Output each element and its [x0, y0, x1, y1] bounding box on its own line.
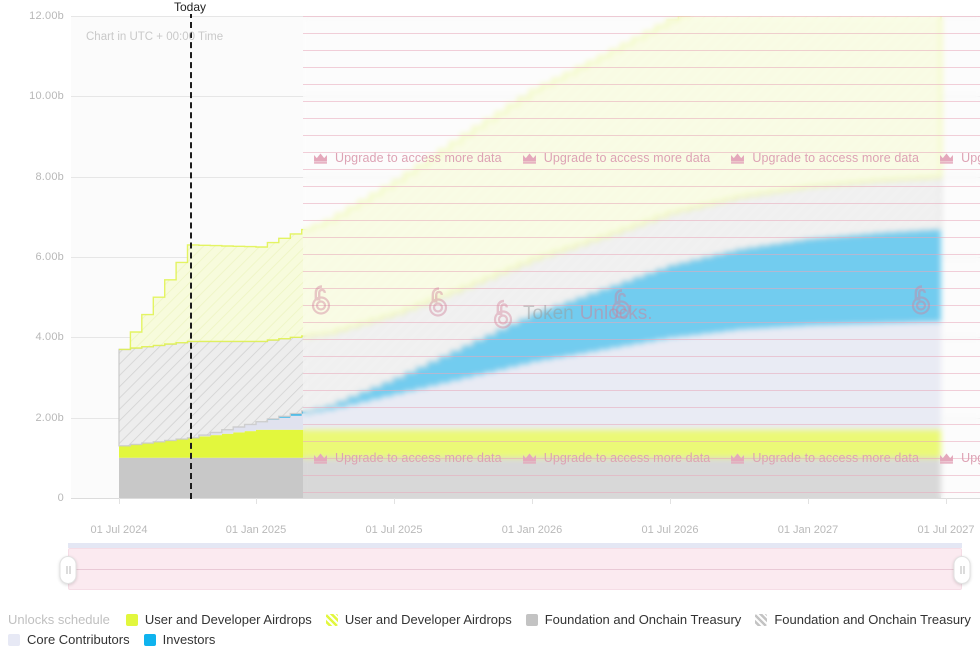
- chart-legend: Unlocks schedule User and Developer Aird…: [0, 612, 980, 646]
- x-axis-tick-mark: [256, 498, 257, 504]
- chart-container: Upgrade to access more dataUpgrade to ac…: [0, 0, 980, 545]
- legend-swatch: [755, 614, 767, 626]
- x-axis-tick-label: 01 Jan 2026: [502, 524, 563, 536]
- padlock-icon: [609, 288, 635, 320]
- y-axis-tick-label: 2.00b: [35, 412, 64, 424]
- legend-item[interactable]: Investors: [144, 633, 216, 646]
- token-unlocks-chart-page: Upgrade to access more dataUpgrade to ac…: [0, 0, 980, 671]
- x-axis-tick-mark: [394, 498, 395, 504]
- legend-swatch: [8, 634, 20, 646]
- legend-label: Foundation and Onchain Treasury: [774, 613, 971, 626]
- legend-swatch: [326, 614, 338, 626]
- legend-item[interactable]: Foundation and Onchain Treasury: [755, 613, 971, 626]
- y-axis-tick-label: 4.00b: [35, 331, 64, 343]
- legend-swatch: [144, 634, 156, 646]
- x-axis-tick-label: 01 Jul 2024: [91, 524, 148, 536]
- range-handle-right[interactable]: [954, 556, 971, 584]
- padlock-icon: [426, 286, 452, 318]
- padlock-watermark: [609, 288, 635, 325]
- x-axis-tick-label: 01 Jul 2025: [366, 524, 423, 536]
- x-axis-tick-mark: [532, 498, 533, 504]
- legend-label: Investors: [163, 633, 216, 646]
- legend-swatch: [526, 614, 538, 626]
- legend-label: Core Contributors: [27, 633, 130, 646]
- y-axis-tick-label: 12.00b: [29, 10, 64, 22]
- legend-label: Foundation and Onchain Treasury: [545, 613, 742, 626]
- x-axis-tick-mark: [119, 498, 120, 504]
- drag-handle-icon: [963, 566, 964, 574]
- padlock-icon: [491, 299, 517, 329]
- range-midline: [68, 569, 962, 570]
- x-axis-tick-mark: [808, 498, 809, 504]
- legend-item[interactable]: Core Contributors: [8, 633, 130, 646]
- padlock-watermark: [426, 286, 452, 323]
- legend-item[interactable]: User and Developer Airdrops: [326, 613, 512, 626]
- drag-handle-icon: [69, 566, 70, 574]
- y-axis-tick-label: 8.00b: [35, 171, 64, 183]
- x-axis-line: [71, 498, 980, 499]
- today-dashed-line: [190, 12, 192, 499]
- padlock-watermark: [309, 284, 335, 321]
- utc-timezone-note: Chart in UTC + 00:00 Time: [86, 31, 223, 43]
- legend-title: Unlocks schedule: [8, 612, 110, 627]
- drag-handle-icon: [960, 566, 961, 574]
- padlock-icon: [309, 284, 335, 316]
- y-axis-tick-label: 10.00b: [29, 90, 64, 102]
- x-axis-tick-label: 01 Jan 2025: [226, 524, 287, 536]
- legend-item[interactable]: Foundation and Onchain Treasury: [526, 613, 742, 626]
- x-axis-tick-label: 01 Jul 2027: [918, 524, 975, 536]
- watermark-brand-prefix: Token: [523, 303, 574, 325]
- y-axis-tick-label: 0: [58, 492, 64, 504]
- paywall-line-pattern: [303, 16, 980, 498]
- time-range-slider[interactable]: [0, 545, 980, 600]
- x-axis-tick-label: 01 Jan 2027: [778, 524, 839, 536]
- drag-handle-icon: [66, 566, 67, 574]
- padlock-watermark: [909, 284, 935, 321]
- legend-label: User and Developer Airdrops: [345, 613, 512, 626]
- paywall-overlay[interactable]: Upgrade to access more dataUpgrade to ac…: [303, 16, 980, 498]
- x-axis-tick-label: 01 Jul 2026: [642, 524, 699, 536]
- legend-label: User and Developer Airdrops: [145, 613, 312, 626]
- today-label: Today: [170, 0, 210, 14]
- x-axis-tick-mark: [670, 498, 671, 504]
- legend-item[interactable]: User and Developer Airdrops: [126, 613, 312, 626]
- legend-swatch: [126, 614, 138, 626]
- plot-area[interactable]: Upgrade to access more dataUpgrade to ac…: [71, 16, 980, 498]
- y-axis-tick-label: 6.00b: [35, 251, 64, 263]
- x-axis-tick-mark: [946, 498, 947, 504]
- range-handle-left[interactable]: [60, 556, 77, 584]
- padlock-icon: [909, 284, 935, 316]
